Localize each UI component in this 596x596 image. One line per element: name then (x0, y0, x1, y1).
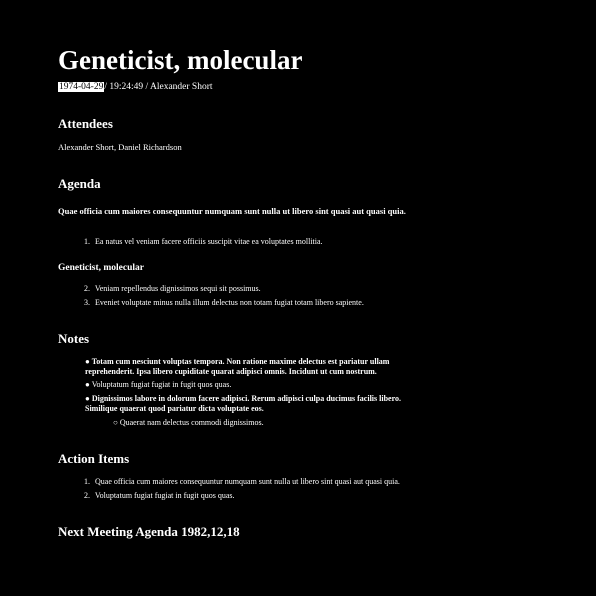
action-item: 2. Voluptatum fugiat fugiat in fugit quo… (84, 491, 234, 501)
agenda-intro: Quae officia cum maiores consequuntur nu… (58, 206, 406, 216)
action-items-heading: Action Items (58, 451, 130, 466)
attendees-heading: Attendees (58, 116, 113, 131)
meta-line: 1974-04-29/ 19:24:49 / Alexander Short (58, 81, 213, 93)
bullet-icon: ● (85, 357, 90, 366)
notes-sub-item: ○ Quaerat nam delectus commodi dignissim… (113, 418, 264, 428)
agenda-item: 2. Veniam repellendus dignissimos sequi … (84, 284, 261, 294)
agenda-item: 1. Ea natus vel veniam facere officiis s… (84, 237, 323, 247)
agenda-item-number: 1. (84, 237, 90, 246)
agenda-heading: Agenda (58, 176, 101, 191)
action-item: 1. Quae officia cum maiores consequuntur… (84, 477, 400, 487)
page-title: Geneticist, molecular (58, 45, 303, 75)
agenda-item-number: 3. (84, 298, 90, 307)
next-meeting-heading: Next Meeting Agenda 1982,12,18 (58, 524, 240, 539)
agenda-item-text: Veniam repellendus dignissimos sequi sit… (94, 284, 261, 293)
notes-item: ● Dignissimos labore in dolorum facere a… (85, 394, 415, 413)
notes-item-text: Voluptatum fugiat fugiat in fugit quos q… (91, 380, 232, 389)
agenda-item-text: Ea natus vel veniam facere officiis susc… (95, 237, 323, 246)
notes-sub-item-text: Quaerat nam delectus commodi dignissimos… (119, 418, 264, 427)
action-item-number: 1. (84, 477, 90, 486)
notes-item-text: Dignissimos labore in dolorum facere adi… (85, 394, 401, 413)
action-item-text: Quae officia cum maiores consequuntur nu… (95, 477, 400, 486)
circle-bullet-icon: ○ (113, 418, 118, 427)
bullet-icon: ● (85, 394, 90, 403)
notes-heading: Notes (58, 331, 90, 346)
attendees-list: Alexander Short, Daniel Richardson (58, 142, 182, 152)
agenda-item: 3. Eveniet voluptate minus nulla illum d… (84, 298, 364, 308)
bullet-icon: ● (85, 380, 90, 389)
meta-rest: / 19:24:49 / Alexander Short (104, 82, 213, 92)
agenda-subheading: Geneticist, molecular (58, 263, 145, 273)
agenda-item-number: 2. (84, 284, 90, 293)
meeting-date: 1974-04-29 (58, 82, 105, 92)
action-item-text: Voluptatum fugiat fugiat in fugit quos q… (94, 491, 235, 500)
agenda-item-text: Eveniet voluptate minus nulla illum dele… (95, 298, 364, 307)
notes-item: ● Voluptatum fugiat fugiat in fugit quos… (85, 380, 231, 390)
notes-item: ● Totam cum nesciunt voluptas tempora. N… (85, 357, 415, 376)
notes-item-text: Totam cum nesciunt voluptas tempora. Non… (85, 357, 390, 376)
action-item-number: 2. (84, 491, 90, 500)
